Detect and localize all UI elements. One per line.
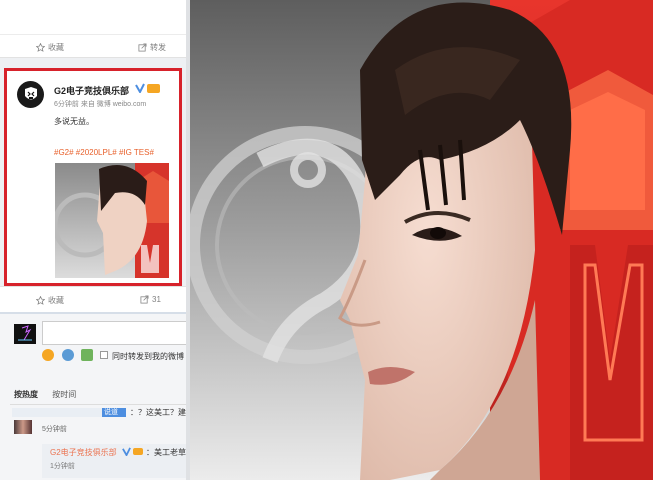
- g2-avatar[interactable]: [17, 81, 44, 108]
- post-username[interactable]: G2电子竞技俱乐部: [54, 84, 129, 97]
- comment-highlight: 说道: [102, 408, 126, 417]
- g2-logo-icon: [24, 86, 37, 99]
- repost-button-top[interactable]: 转发: [138, 42, 166, 53]
- comment-input[interactable]: [42, 321, 188, 345]
- comment-item: 说道 ：？这美工？建议加: [12, 408, 190, 418]
- repost-icon: [138, 43, 147, 52]
- verified-icon: [122, 447, 131, 456]
- avatar-art-icon: [18, 325, 32, 341]
- repost-label: 转发: [150, 43, 166, 52]
- post-text: 多说无益。: [54, 117, 94, 126]
- previous-post-action-bar: 收藏 转发: [0, 0, 186, 58]
- weibo-feed-column: 收藏 转发 G2电子竞技俱乐部 6分钟前 来自 微博 weibo.com 多说无…: [0, 0, 190, 480]
- favorite-label: 收藏: [48, 296, 64, 305]
- post-image-thumbnail[interactable]: [55, 163, 169, 278]
- reply-username[interactable]: G2电子竞技俱乐部: [50, 447, 117, 458]
- star-icon: [36, 296, 45, 305]
- post-action-bar: 收藏 31: [0, 286, 186, 312]
- favorite-label: 收藏: [48, 43, 64, 52]
- post-meta: 6分钟前 来自 微博 weibo.com: [54, 101, 147, 108]
- tab-sort-time[interactable]: 按时间: [52, 390, 76, 399]
- current-user-avatar: [14, 324, 36, 344]
- player-photo: [190, 0, 653, 480]
- comment-author-redacted: [12, 408, 104, 417]
- reply-time: 1分钟前: [50, 463, 75, 470]
- commenter-avatar[interactable]: [14, 420, 32, 434]
- comment-time: 5分钟前: [42, 426, 67, 433]
- vip-badge-icon: [147, 84, 160, 93]
- divider: [10, 404, 186, 405]
- comment-text: ：？这美工？建议加: [130, 408, 190, 417]
- image-icon[interactable]: [81, 349, 93, 361]
- repost-count: 31: [152, 295, 161, 304]
- comment-composer: 同时转发到我的微博 按热度 按时间 说道 ：？这美工？建议加 5分钟前 G2电子…: [0, 312, 190, 480]
- star-icon: [36, 43, 45, 52]
- repost-button[interactable]: 31: [140, 295, 161, 304]
- favorite-button-top[interactable]: 收藏: [36, 42, 64, 53]
- vip-badge-icon: [133, 448, 143, 455]
- highlighted-post: G2电子竞技俱乐部 6分钟前 来自 微博 weibo.com 多说无益。 #G2…: [4, 68, 182, 286]
- repost-icon: [140, 295, 149, 304]
- verified-icon: [135, 83, 145, 93]
- also-repost-checkbox[interactable]: [100, 351, 108, 359]
- also-repost-label: 同时转发到我的微博: [112, 352, 184, 361]
- emoji-icon[interactable]: [42, 349, 54, 361]
- reply-item: G2电子竞技俱乐部 ：美工老草加 1分钟前: [42, 444, 190, 478]
- player-photo-thumbnail: [55, 163, 169, 278]
- topic-icon[interactable]: [62, 349, 74, 361]
- divider: [0, 34, 186, 35]
- comment-sort-tabs: 按热度 按时间: [14, 389, 88, 400]
- enlarged-post-image: [190, 0, 653, 480]
- post-hashtags[interactable]: #G2# #2020LPL# #IG TES#: [54, 148, 154, 157]
- tab-sort-hot[interactable]: 按热度: [14, 390, 38, 399]
- favorite-button[interactable]: 收藏: [36, 295, 64, 306]
- reply-text: ：美工老草加: [146, 448, 190, 457]
